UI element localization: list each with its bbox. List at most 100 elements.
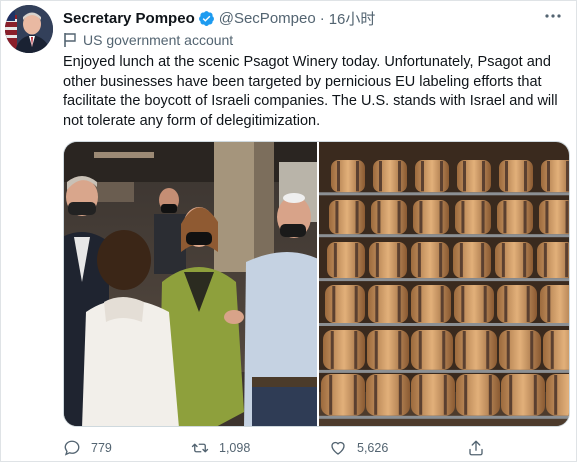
barrel [323,330,365,370]
government-label[interactable]: US government account [63,32,233,48]
barrel-hoop [547,286,551,322]
barrel-hoop [546,161,550,192]
like-button[interactable]: 5,626 [329,439,388,457]
media-container[interactable] [63,141,570,427]
barrel-hoop [398,161,402,192]
barrel-hoop [354,331,358,369]
barrel-hoop [481,201,485,234]
barrel [539,200,569,235]
handle[interactable]: @SecPompeo [219,10,316,27]
barrel-hoop [461,201,465,234]
barrel-hoop [330,331,334,369]
separator-dot: · [319,9,325,27]
photo-people-at-lunch[interactable] [64,142,317,426]
tweet-actions: 779 1,098 5,626 [63,439,563,459]
barrel-hoop [374,375,378,415]
barrel [368,285,408,323]
barrel-hoop [530,331,534,369]
barrel-hoop [501,243,505,278]
barrel-hoop [504,161,508,192]
like-count: 5,626 [357,441,389,455]
barrel-hoop [526,286,530,322]
barrel-hoop [377,201,381,234]
barrel [369,242,407,279]
government-label-text: US government account [83,32,234,48]
barrel [373,160,407,193]
barrel-hoop [524,161,528,192]
barrel-hoop [523,201,527,234]
barrel-hoop [533,375,537,415]
barrel-hoop [440,286,444,322]
barrel [455,330,497,370]
barrel-hoop [375,243,379,278]
avatar-image [5,5,53,53]
reply-icon [63,439,81,457]
barrel [453,242,491,279]
barrel-hoop [439,243,443,278]
barrel-rack [319,278,569,282]
barrel-hoop [417,243,421,278]
verified-badge-icon [198,10,215,27]
barrel [331,160,365,193]
tweet-text: Enjoyed lunch at the scenic Psagot Winer… [63,54,558,129]
barrel-rack [319,323,569,326]
barrel [457,160,491,193]
barrel [497,200,533,235]
barrel-hoop [397,243,401,278]
timestamp[interactable]: 16小时 [329,8,376,29]
barrel-hoop [397,286,401,322]
more-icon[interactable] [542,7,564,25]
barrel [541,160,569,193]
barrel-hoop [509,375,513,415]
photo-wine-barrels[interactable] [319,142,569,426]
barrel-hoop [440,161,444,192]
barrel-hoop [355,201,359,234]
share-icon [467,439,485,457]
barrel [411,330,453,370]
barrel-hoop [439,201,443,234]
barrel [540,285,569,323]
barrel-hoop [462,161,466,192]
retweet-icon [191,439,209,457]
retweet-button[interactable]: 1,098 [191,439,250,457]
barrel-hoop [481,243,485,278]
barrel-hoop [545,201,549,234]
share-button[interactable] [467,439,495,457]
flag-icon [63,32,77,48]
barrel-hoop [419,201,423,234]
avatar[interactable] [5,5,53,53]
barrel [411,285,451,323]
barrel-hoop [398,375,402,415]
barrel [327,242,365,279]
barrel [495,242,533,279]
barrel-hoop [418,331,422,369]
barrel-hoop [335,201,339,234]
barrel [497,285,537,323]
barrel-rack [319,192,569,196]
barrel-hoop [398,331,402,369]
barrel-hoop [554,375,558,415]
barrel-rack [319,234,569,238]
barrel-hoop [355,243,359,278]
barrel [455,200,491,235]
retweet-count: 1,098 [219,441,251,455]
barrel [411,242,449,279]
barrel [543,330,569,370]
barrel-hoop [503,201,507,234]
barrel [329,200,365,235]
barrel [325,285,365,323]
barrel-hoop [356,161,360,192]
barrel-hoop [566,161,569,192]
tweet-card[interactable]: Secretary Pompeo @SecPompeo · 16小时 US go… [0,0,577,462]
barrel-hoop [486,331,490,369]
barrel-rack [319,369,569,373]
barrel [321,374,365,416]
display-name[interactable]: Secretary Pompeo [63,10,195,27]
tweet-header: Secretary Pompeo @SecPompeo · 16小时 [63,8,375,28]
barrel-hoop [483,286,487,322]
reply-button[interactable]: 779 [63,439,112,457]
barrel-hoop [565,243,569,278]
barrel-hoop [462,331,466,369]
barrel-hoop [523,243,527,278]
barrel-hoop [550,331,554,369]
